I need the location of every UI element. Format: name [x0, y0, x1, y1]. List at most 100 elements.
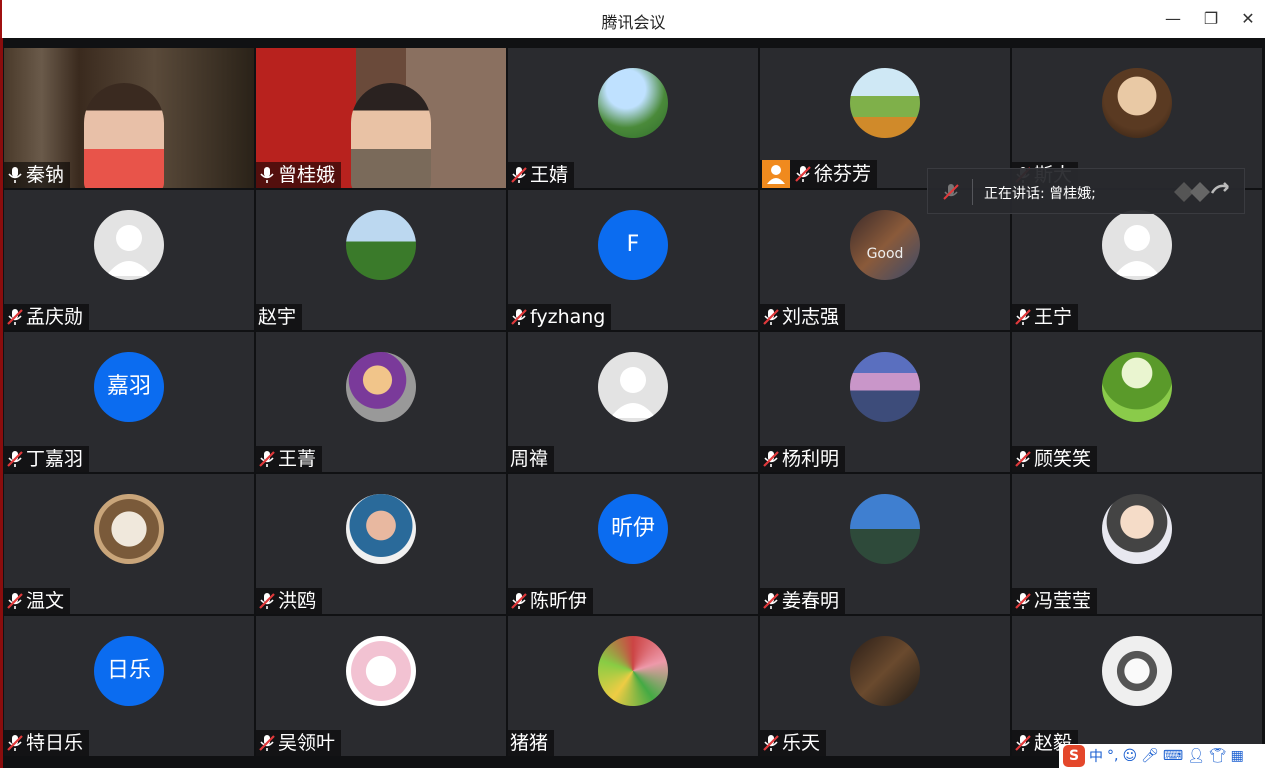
participant-avatar: 昕伊 — [598, 494, 668, 564]
close-button[interactable]: ✕ — [1237, 8, 1259, 30]
keyboard-icon[interactable]: ⌨ — [1163, 748, 1183, 764]
participant-avatar — [598, 352, 668, 422]
muted-mic-icon — [6, 733, 24, 753]
participant-name: 吴领叶 — [278, 732, 336, 754]
ime-mode-label[interactable]: 中 — [1089, 746, 1103, 766]
participant-tile[interactable]: 周禕 — [508, 332, 758, 472]
participant-nametag: 丁嘉羽 — [4, 446, 90, 472]
muted-mic-icon — [762, 591, 780, 611]
participant-avatar — [1102, 494, 1172, 564]
participant-name: 洪鸥 — [278, 590, 317, 612]
participant-avatar: Good — [850, 210, 920, 280]
participant-tile[interactable]: 顾笑笑 — [1012, 332, 1262, 472]
participant-nametag: 赵宇 — [256, 304, 303, 330]
muted-mic-icon — [762, 733, 780, 753]
participant-tile[interactable]: 赵毅 — [1012, 616, 1262, 756]
avatar-caption: Good — [866, 246, 904, 262]
participant-tile[interactable]: 斯大 — [1012, 48, 1262, 188]
participant-tile[interactable]: 冯莹莹 — [1012, 474, 1262, 614]
participant-avatar — [850, 636, 920, 706]
audio-waveform-icon — [1174, 182, 1229, 202]
participant-nametag: 冯莹莹 — [1012, 588, 1098, 614]
participant-avatar — [346, 210, 416, 280]
participant-avatar: F — [598, 210, 668, 280]
participant-avatar — [1102, 352, 1172, 422]
participant-tile[interactable]: 秦钠 — [4, 48, 254, 188]
user-icon[interactable]: 👤︎ — [1187, 748, 1205, 764]
participant-name: 周禕 — [510, 448, 549, 470]
participant-avatar — [1102, 210, 1172, 280]
participant-name: 顾笑笑 — [1034, 448, 1092, 470]
muted-mic-icon — [258, 591, 276, 611]
emoji-icon[interactable]: ☺ — [1122, 748, 1137, 764]
participant-nametag: 温文 — [4, 588, 71, 614]
skin-icon[interactable]: 👕︎ — [1209, 748, 1227, 764]
punctuation-label[interactable]: °, — [1107, 748, 1118, 764]
muted-mic-icon — [943, 184, 959, 200]
participant-nametag: fyzhang — [508, 304, 612, 330]
participant-avatar: 嘉羽 — [94, 352, 164, 422]
participant-avatar — [94, 210, 164, 280]
participant-tile[interactable]: 王菁 — [256, 332, 506, 472]
participant-name: 姜春明 — [782, 590, 840, 612]
muted-mic-icon — [510, 165, 528, 185]
muted-mic-icon — [762, 449, 780, 469]
participant-name: 温文 — [26, 590, 65, 612]
participant-nametag: 陈昕伊 — [508, 588, 594, 614]
participant-name: 孟庆勋 — [26, 306, 84, 328]
muted-mic-icon — [762, 307, 780, 327]
participant-nametag: 吴领叶 — [256, 730, 342, 756]
minimize-button[interactable]: — — [1162, 8, 1184, 30]
participant-name: 王菁 — [278, 448, 317, 470]
participant-name: 秦钠 — [26, 164, 65, 186]
window-title: 腾讯会议 — [601, 13, 666, 32]
participant-name: 王宁 — [1034, 306, 1073, 328]
participant-tile[interactable]: 昕伊陈昕伊 — [508, 474, 758, 614]
participant-tile[interactable]: 吴领叶 — [256, 616, 506, 756]
participant-tile[interactable]: 姜春明 — [760, 474, 1010, 614]
muted-mic-icon — [6, 591, 24, 611]
participant-name: 曾桂娥 — [278, 164, 336, 186]
participant-nametag: 洪鸥 — [256, 588, 323, 614]
participant-tile[interactable]: 洪鸥 — [256, 474, 506, 614]
participant-nametag: 孟庆勋 — [4, 304, 90, 330]
participant-name: 乐天 — [782, 732, 821, 754]
participant-name: fyzhang — [530, 306, 606, 328]
grid-icon[interactable]: ▦ — [1231, 748, 1244, 764]
participant-avatar — [346, 352, 416, 422]
participant-avatar — [598, 636, 668, 706]
participant-tile[interactable]: 日乐 特日乐 — [4, 616, 254, 756]
participant-tile[interactable]: 曾桂娥 — [256, 48, 506, 188]
participant-name: 赵宇 — [258, 306, 297, 328]
participant-avatar — [94, 494, 164, 564]
participant-tile[interactable]: Ffyzhang — [508, 190, 758, 330]
participant-avatar — [598, 68, 668, 138]
title-bar: 腾讯会议 — ❐ ✕ — [0, 0, 1265, 38]
sogou-ime-icon[interactable]: S — [1063, 745, 1085, 767]
participant-tile[interactable]: 温文 — [4, 474, 254, 614]
participant-name: 王婧 — [530, 164, 569, 186]
restore-button[interactable]: ❐ — [1200, 8, 1222, 30]
mic-icon — [6, 165, 24, 185]
participant-avatar — [346, 636, 416, 706]
voice-icon[interactable]: 🎤︎ — [1141, 748, 1159, 764]
muted-mic-icon — [1014, 449, 1032, 469]
participant-avatar — [346, 494, 416, 564]
participant-name: 陈昕伊 — [530, 590, 588, 612]
participant-tile[interactable]: 孟庆勋 — [4, 190, 254, 330]
participant-nametag: 姜春明 — [760, 588, 846, 614]
participant-name: 刘志强 — [782, 306, 840, 328]
participant-nametag: 刘志强 — [760, 304, 846, 330]
participant-tile[interactable]: 乐天 — [760, 616, 1010, 756]
participant-nametag: 王宁 — [1012, 304, 1079, 330]
participant-tile[interactable]: 赵宇 — [256, 190, 506, 330]
participant-tile[interactable]: 嘉羽丁嘉羽 — [4, 332, 254, 472]
participant-tile[interactable]: 杨利明 — [760, 332, 1010, 472]
participant-tile[interactable]: 王婧 — [508, 48, 758, 188]
participant-tile[interactable]: 猪猪 — [508, 616, 758, 756]
participant-tile[interactable]: 徐芬芳 — [760, 48, 1010, 188]
participant-name: 丁嘉羽 — [26, 448, 84, 470]
participant-video-person — [84, 83, 164, 188]
participant-nametag: 秦钠 — [4, 162, 71, 188]
person-icon — [762, 160, 790, 188]
